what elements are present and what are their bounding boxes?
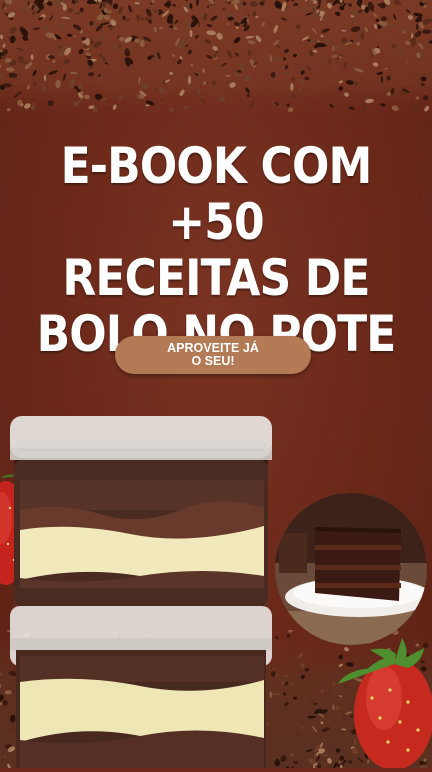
headline: E-BOOK COM +50 RECEITAS DE BOLO NO POTE bbox=[26, 138, 406, 362]
headline-line-1: E-BOOK COM +50 bbox=[60, 137, 373, 251]
chocolate-shavings-top-image bbox=[0, 0, 432, 120]
cta-button[interactable]: APROVEITE JÁ O SEU! bbox=[115, 336, 311, 374]
strawberry-right-image bbox=[332, 618, 432, 770]
bolo-no-pote-image bbox=[0, 410, 280, 768]
cta-line-2: O SEU! bbox=[191, 354, 235, 368]
headline-line-2: RECEITAS DE bbox=[62, 249, 370, 307]
